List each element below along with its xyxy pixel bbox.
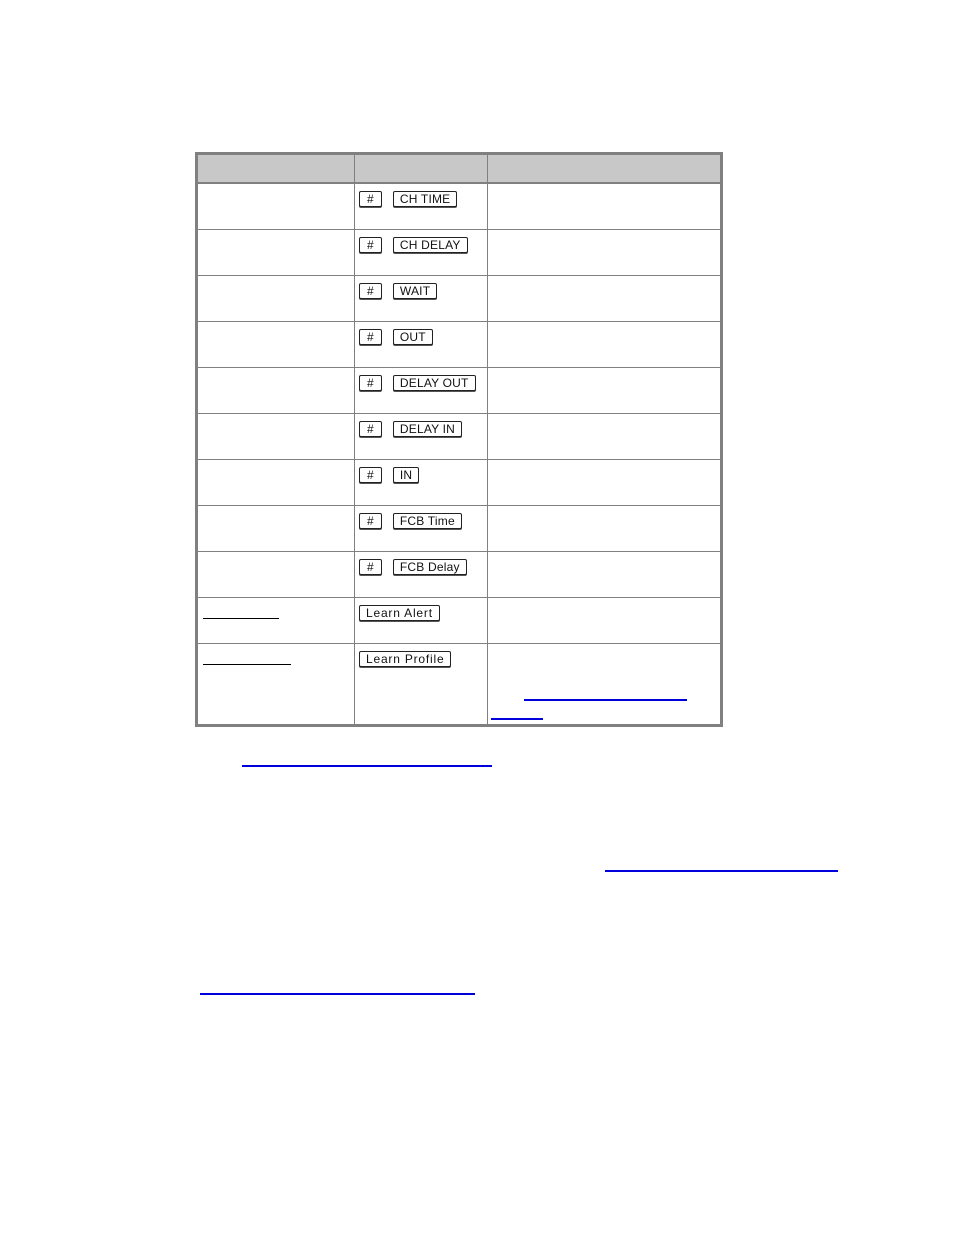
keys-cell: # IN bbox=[354, 459, 488, 506]
description-cell bbox=[487, 413, 721, 460]
in-key: IN bbox=[392, 467, 420, 483]
table-row: Learn Profile bbox=[197, 643, 721, 725]
table-row: # OUT bbox=[197, 321, 721, 368]
feature-cell bbox=[197, 275, 355, 322]
header-description bbox=[487, 154, 721, 184]
table-row: # CH TIME bbox=[197, 182, 721, 230]
reference-link-1[interactable] bbox=[242, 765, 492, 767]
ch-time-key: CH TIME bbox=[392, 191, 458, 207]
keys-cell: # DELAY IN bbox=[354, 413, 488, 460]
hash-key: # bbox=[359, 329, 382, 345]
keys-cell: # FCB Time bbox=[354, 505, 488, 552]
feature-cell bbox=[197, 505, 355, 552]
hash-key: # bbox=[359, 421, 382, 437]
keys-cell: # FCB Delay bbox=[354, 551, 488, 598]
hash-key: # bbox=[359, 375, 382, 391]
description-cell bbox=[487, 505, 721, 552]
description-link[interactable] bbox=[524, 699, 687, 701]
keys-cell: # OUT bbox=[354, 321, 488, 368]
feature-underline bbox=[203, 618, 279, 619]
table-row: # FCB Delay bbox=[197, 551, 721, 598]
delay-out-key: DELAY OUT bbox=[392, 375, 476, 391]
hash-key: # bbox=[359, 237, 382, 253]
feature-cell bbox=[197, 551, 355, 598]
keys-cell: # WAIT bbox=[354, 275, 488, 322]
table-row: # FCB Time bbox=[197, 505, 721, 552]
feature-cell bbox=[197, 413, 355, 460]
fcb-time-key: FCB Time bbox=[392, 513, 462, 529]
feature-cell bbox=[197, 459, 355, 506]
reference-link-2[interactable] bbox=[605, 870, 838, 872]
header-feature bbox=[197, 154, 355, 184]
description-cell bbox=[487, 229, 721, 276]
table-row: # IN bbox=[197, 459, 721, 506]
learn-profile-key: Learn Profile bbox=[359, 651, 452, 667]
feature-cell bbox=[197, 229, 355, 276]
description-cell bbox=[487, 597, 721, 644]
feature-cell bbox=[197, 643, 355, 725]
feature-cell bbox=[197, 321, 355, 368]
description-cell bbox=[487, 367, 721, 414]
delay-in-key: DELAY IN bbox=[392, 421, 463, 437]
description-cell bbox=[487, 275, 721, 322]
feature-cell bbox=[197, 182, 355, 230]
keys-cell: Learn Alert bbox=[354, 597, 488, 644]
table-row: # CH DELAY bbox=[197, 229, 721, 276]
wait-key: WAIT bbox=[392, 283, 438, 299]
hash-key: # bbox=[359, 283, 382, 299]
fcb-delay-key: FCB Delay bbox=[392, 559, 467, 575]
description-cell bbox=[487, 459, 721, 506]
table-row: Learn Alert bbox=[197, 597, 721, 644]
hash-key: # bbox=[359, 191, 382, 207]
feature-cell bbox=[197, 597, 355, 644]
feature-underline bbox=[203, 664, 291, 665]
keys-cell: Learn Profile bbox=[354, 643, 488, 725]
feature-key-table: # CH TIME # CH DELAY # WAIT # OUT # DELA… bbox=[195, 152, 723, 727]
table-row: # DELAY IN bbox=[197, 413, 721, 460]
table-row: # DELAY OUT bbox=[197, 367, 721, 414]
ch-delay-key: CH DELAY bbox=[392, 237, 468, 253]
description-link-continued[interactable] bbox=[491, 718, 543, 720]
description-cell bbox=[487, 321, 721, 368]
header-keys bbox=[354, 154, 488, 184]
feature-cell bbox=[197, 367, 355, 414]
table-row: # WAIT bbox=[197, 275, 721, 322]
reference-link-3[interactable] bbox=[200, 993, 475, 995]
hash-key: # bbox=[359, 513, 382, 529]
description-cell bbox=[487, 551, 721, 598]
hash-key: # bbox=[359, 559, 382, 575]
keys-cell: # DELAY OUT bbox=[354, 367, 488, 414]
out-key: OUT bbox=[392, 329, 433, 345]
description-cell bbox=[487, 182, 721, 230]
description-cell bbox=[487, 643, 721, 725]
learn-alert-key: Learn Alert bbox=[359, 605, 440, 621]
hash-key: # bbox=[359, 467, 382, 483]
keys-cell: # CH DELAY bbox=[354, 229, 488, 276]
table-header-row bbox=[197, 154, 721, 184]
keys-cell: # CH TIME bbox=[354, 182, 488, 230]
